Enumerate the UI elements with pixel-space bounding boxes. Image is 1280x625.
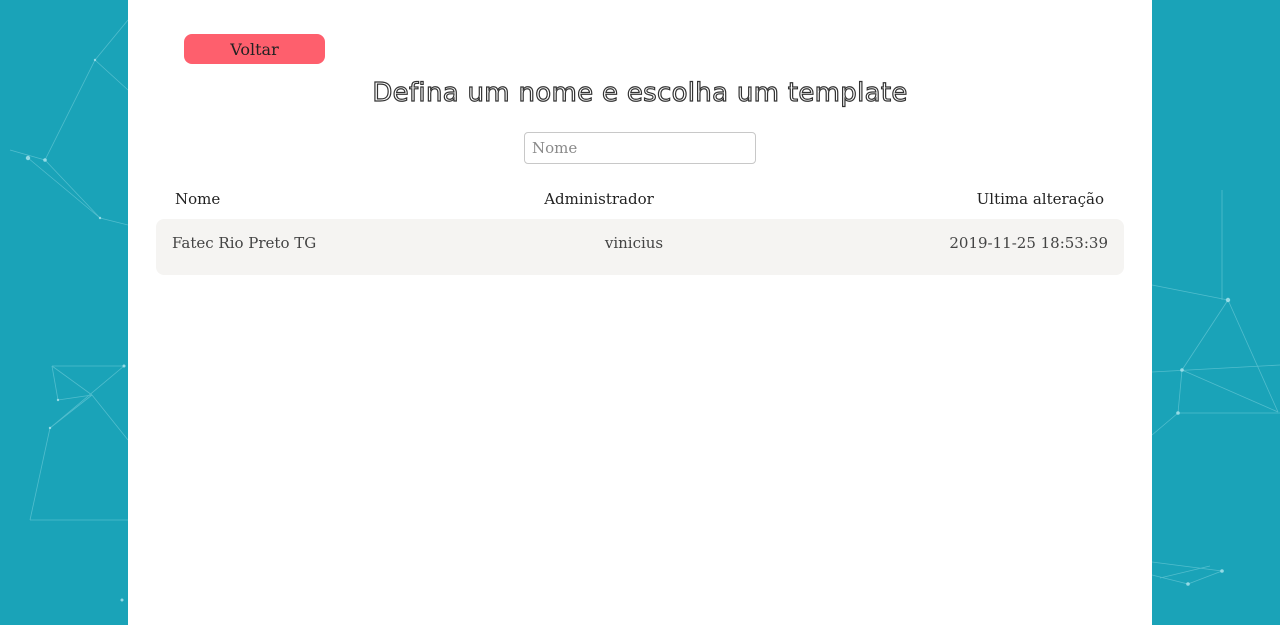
- table-header: Nome Administrador Ultima alteração: [156, 190, 1124, 212]
- main-panel: Voltar Defina um nome e escolha um templ…: [128, 0, 1152, 625]
- back-button[interactable]: Voltar: [184, 34, 325, 64]
- table-row[interactable]: Fatec Rio Preto TG vinicius 2019-11-25 1…: [156, 219, 1124, 275]
- column-header-ultima-alteracao: Ultima alteração: [976, 190, 1104, 208]
- cell-ultima-alteracao: 2019-11-25 18:53:39: [949, 234, 1108, 252]
- page-title: Defina um nome e escolha um template: [372, 77, 908, 108]
- name-input[interactable]: [524, 132, 756, 164]
- column-header-administrador: Administrador: [544, 190, 654, 208]
